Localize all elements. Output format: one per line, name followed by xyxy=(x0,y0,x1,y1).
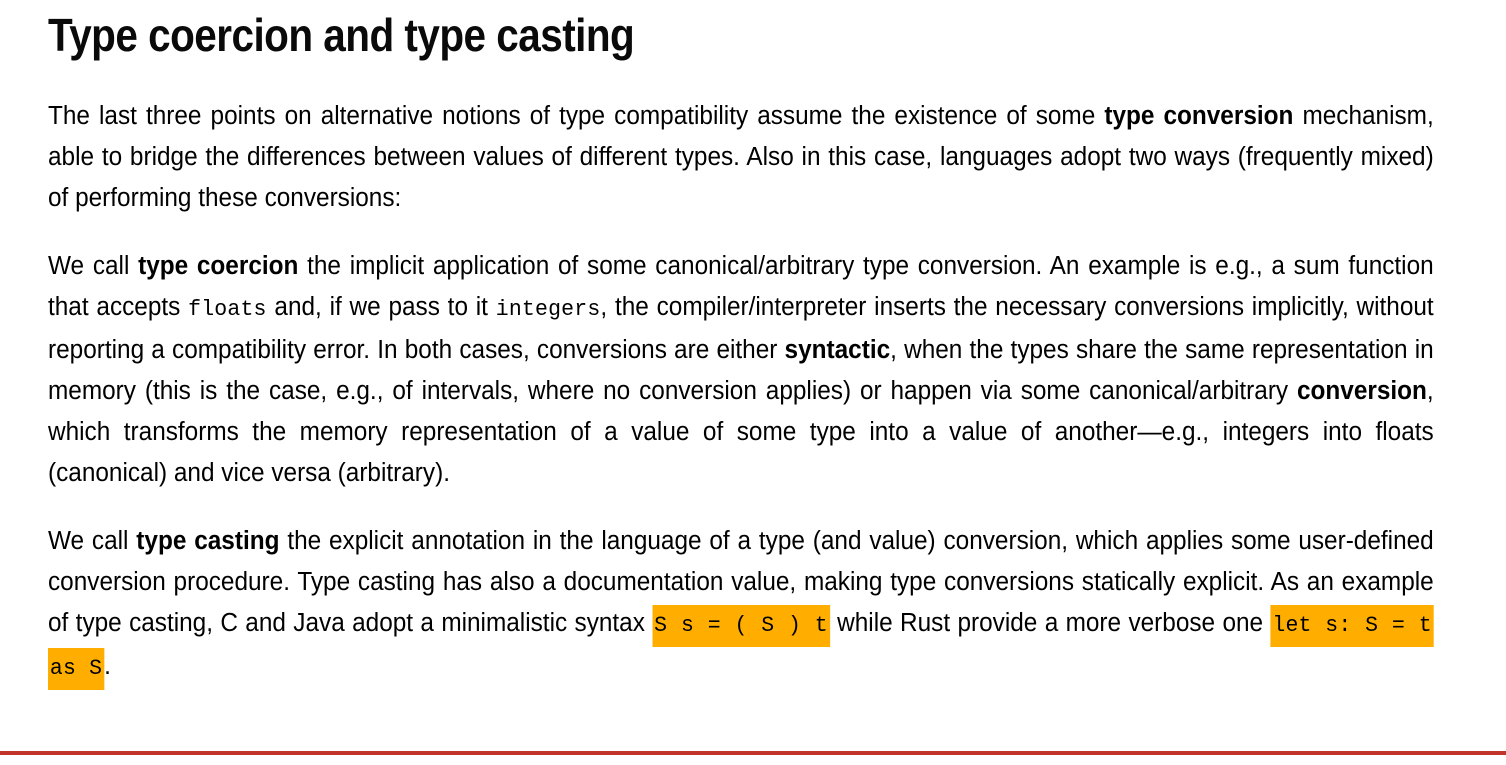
p2-inline-code-integers: integers xyxy=(495,296,601,322)
p2-bold-term-syntactic: syntactic xyxy=(784,336,891,364)
p2-bold-term-type-coercion: type coercion xyxy=(138,252,299,280)
document-page: Type coercion and type casting The last … xyxy=(0,0,1506,765)
p1-text-segment-1: The last three points on alternative not… xyxy=(48,102,1105,130)
paragraph-type-conversion: The last three points on alternative not… xyxy=(48,96,1434,219)
p2-text-segment-3: and, if we pass to it xyxy=(266,293,496,321)
p2-inline-code-floats: floats xyxy=(188,296,267,322)
highlighted-code-c-java-cast: S s = ( S ) t xyxy=(652,605,830,647)
p2-text-segment-1: We call xyxy=(48,252,139,280)
page-title: Type coercion and type casting xyxy=(48,9,635,61)
paragraph-type-casting: We call type casting the explicit annota… xyxy=(48,521,1434,690)
document-content: Type coercion and type casting The last … xyxy=(48,0,1434,690)
p3-text-segment-4: . xyxy=(104,652,111,680)
p3-text-segment-1: We call xyxy=(48,527,137,555)
p3-bold-term-type-casting: type casting xyxy=(136,527,280,555)
paragraph-type-coercion: We call type coercion the implicit appli… xyxy=(48,246,1434,494)
footer-divider-rule xyxy=(0,751,1506,755)
p1-bold-term-type-conversion: type conversion xyxy=(1104,102,1294,130)
p2-bold-term-conversion: conversion xyxy=(1297,377,1427,405)
p3-text-segment-3: while Rust provide a more verbose one xyxy=(829,609,1271,637)
